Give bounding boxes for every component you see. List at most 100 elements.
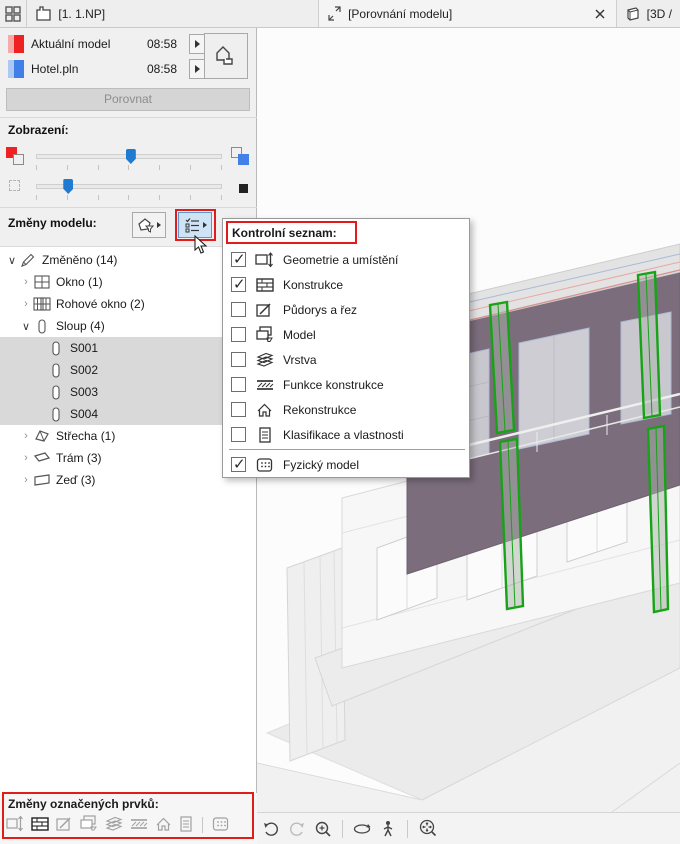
- tree-item-s001[interactable]: S001: [0, 337, 256, 359]
- slider-ticks: [36, 195, 222, 200]
- tab-label: [Porovnání modelu]: [348, 6, 453, 21]
- tab-overview-button[interactable]: [0, 0, 28, 27]
- display-slider-2[interactable]: [36, 179, 222, 194]
- tab-floor-plan[interactable]: [1. 1.NP]: [27, 0, 318, 27]
- checklist-item-model[interactable]: Model: [223, 322, 469, 347]
- checklist-item-physical-model[interactable]: Fyzický model: [223, 452, 469, 477]
- checkbox[interactable]: [231, 250, 246, 268]
- caret-down-icon[interactable]: ∨: [6, 254, 18, 267]
- tree-item-s004[interactable]: S004: [0, 403, 256, 425]
- selected-changes-icons: [6, 815, 229, 835]
- checkbox[interactable]: [231, 377, 246, 392]
- tab-3d[interactable]: [3D /: [617, 0, 680, 27]
- tree-item-column[interactable]: ∨ Sloup (4): [0, 315, 256, 337]
- layer-icon[interactable]: [105, 816, 123, 834]
- checkbox[interactable]: [231, 275, 246, 293]
- blue-overlap-icon: [231, 147, 251, 167]
- checkbox[interactable]: [231, 427, 246, 442]
- undo-view-icon[interactable]: [261, 819, 281, 839]
- divider: [407, 819, 408, 838]
- structural-function-icon[interactable]: [130, 817, 148, 834]
- checklist-label: Geometrie a umístění: [283, 252, 399, 267]
- renovation-icon: [255, 402, 274, 418]
- slider-thumb[interactable]: [63, 179, 74, 194]
- orbit-icon[interactable]: [352, 819, 372, 839]
- caret-right-icon[interactable]: ›: [20, 298, 32, 310]
- comparison-sidebar: Aktuální model 08:58 Hotel.pln 08:58 Por…: [0, 28, 257, 844]
- caret-right-icon[interactable]: ›: [20, 276, 32, 288]
- tree-item-s003[interactable]: S003: [0, 381, 256, 403]
- tab-model-comparison[interactable]: [Porovnání modelu]: [318, 0, 617, 27]
- red-overlap-icon: [6, 147, 26, 167]
- checkbox[interactable]: [231, 455, 246, 473]
- tree-item-beam[interactable]: › Trám (3): [0, 447, 256, 469]
- color-intensity-slider-row: [0, 145, 257, 170]
- tree-item-roof[interactable]: › Střecha (1): [0, 425, 256, 447]
- changes-tree: ∨ Změněno (14) › Okno (1) › Rohové okno …: [0, 246, 256, 793]
- checklist-icon: [185, 218, 199, 233]
- checklist-item-construction[interactable]: Konstrukce: [223, 272, 469, 297]
- hotel-model-color-swatch: [8, 60, 24, 78]
- filter-elements-button[interactable]: [132, 212, 166, 238]
- tree-item-changed[interactable]: ∨ Změněno (14): [0, 249, 256, 271]
- compare-button[interactable]: Porovnat: [6, 88, 250, 111]
- cube-3d-icon: [627, 6, 639, 21]
- display-slider-1[interactable]: [36, 149, 222, 164]
- swap-models-button[interactable]: [204, 33, 248, 79]
- slider-thumb[interactable]: [125, 149, 136, 164]
- tab-label: [3D /: [646, 6, 672, 21]
- model-row-current[interactable]: Aktuální model 08:58: [8, 33, 206, 55]
- checklist-button[interactable]: [178, 212, 212, 238]
- tree-item-wall[interactable]: › Zeď (3): [0, 469, 256, 491]
- compare-arrows-icon: [328, 6, 341, 21]
- window-icon: [32, 275, 52, 289]
- checklist-item-renovation[interactable]: Rekonstrukce: [223, 397, 469, 422]
- fit-to-window-icon[interactable]: [417, 819, 437, 839]
- geometry-icon[interactable]: [6, 815, 24, 835]
- caret-right-icon[interactable]: ›: [20, 452, 32, 464]
- divider: [229, 449, 465, 450]
- zoom-in-icon[interactable]: [313, 819, 333, 839]
- checkbox[interactable]: [231, 302, 246, 317]
- tree-label: Střecha (1): [56, 429, 116, 443]
- caret-right-icon[interactable]: ›: [20, 430, 32, 442]
- layer-icon: [255, 352, 274, 367]
- checklist-label: Model: [283, 327, 316, 342]
- classification-icon[interactable]: [179, 815, 193, 835]
- renovation-icon[interactable]: [155, 816, 172, 835]
- tree-item-window[interactable]: › Okno (1): [0, 271, 256, 293]
- tab-bar: [1. 1.NP] [Porovnání modelu] [3D /: [0, 0, 680, 28]
- redo-view-icon[interactable]: [287, 819, 307, 839]
- house-filter-icon: [138, 218, 154, 233]
- flyout-arrow-icon: [195, 40, 200, 48]
- tree-label: Rohové okno (2): [56, 297, 145, 311]
- tree-item-corner-window[interactable]: › Rohové okno (2): [0, 293, 256, 315]
- divider: [0, 117, 257, 118]
- model-time: 08:58: [146, 62, 177, 76]
- construction-icon[interactable]: [31, 816, 49, 835]
- checklist-label: Fyzický model: [283, 457, 360, 472]
- slider-ticks: [36, 165, 222, 170]
- checklist-item-structural-function[interactable]: Funkce konstrukce: [223, 372, 469, 397]
- physical-model-icon[interactable]: [212, 816, 229, 835]
- walk-icon[interactable]: [378, 819, 398, 839]
- checklist-item-geometry[interactable]: Geometrie a umístění: [223, 247, 469, 272]
- checklist-item-layer[interactable]: Vrstva: [223, 347, 469, 372]
- checkbox[interactable]: [231, 327, 246, 342]
- model-icon[interactable]: [80, 815, 98, 835]
- plan-section-icon[interactable]: [56, 816, 73, 835]
- caret-right-icon[interactable]: ›: [20, 474, 32, 486]
- checkbox[interactable]: [231, 352, 246, 367]
- checklist-item-plan-section[interactable]: Půdorys a řez: [223, 297, 469, 322]
- tree-item-s002[interactable]: S002: [0, 359, 256, 381]
- grid-icon: [5, 5, 21, 22]
- checklist-item-classification[interactable]: Klasifikace a vlastnosti: [223, 422, 469, 447]
- ghost-square-icon: [6, 177, 26, 197]
- tree-label: S001: [70, 341, 99, 355]
- flyout-arrow-icon: [202, 222, 207, 228]
- caret-down-icon[interactable]: ∨: [20, 320, 32, 333]
- checkbox[interactable]: [231, 402, 246, 417]
- model-row-hotel[interactable]: Hotel.pln 08:58: [8, 58, 206, 80]
- tree-label: S003: [70, 385, 99, 399]
- close-icon[interactable]: [592, 6, 608, 22]
